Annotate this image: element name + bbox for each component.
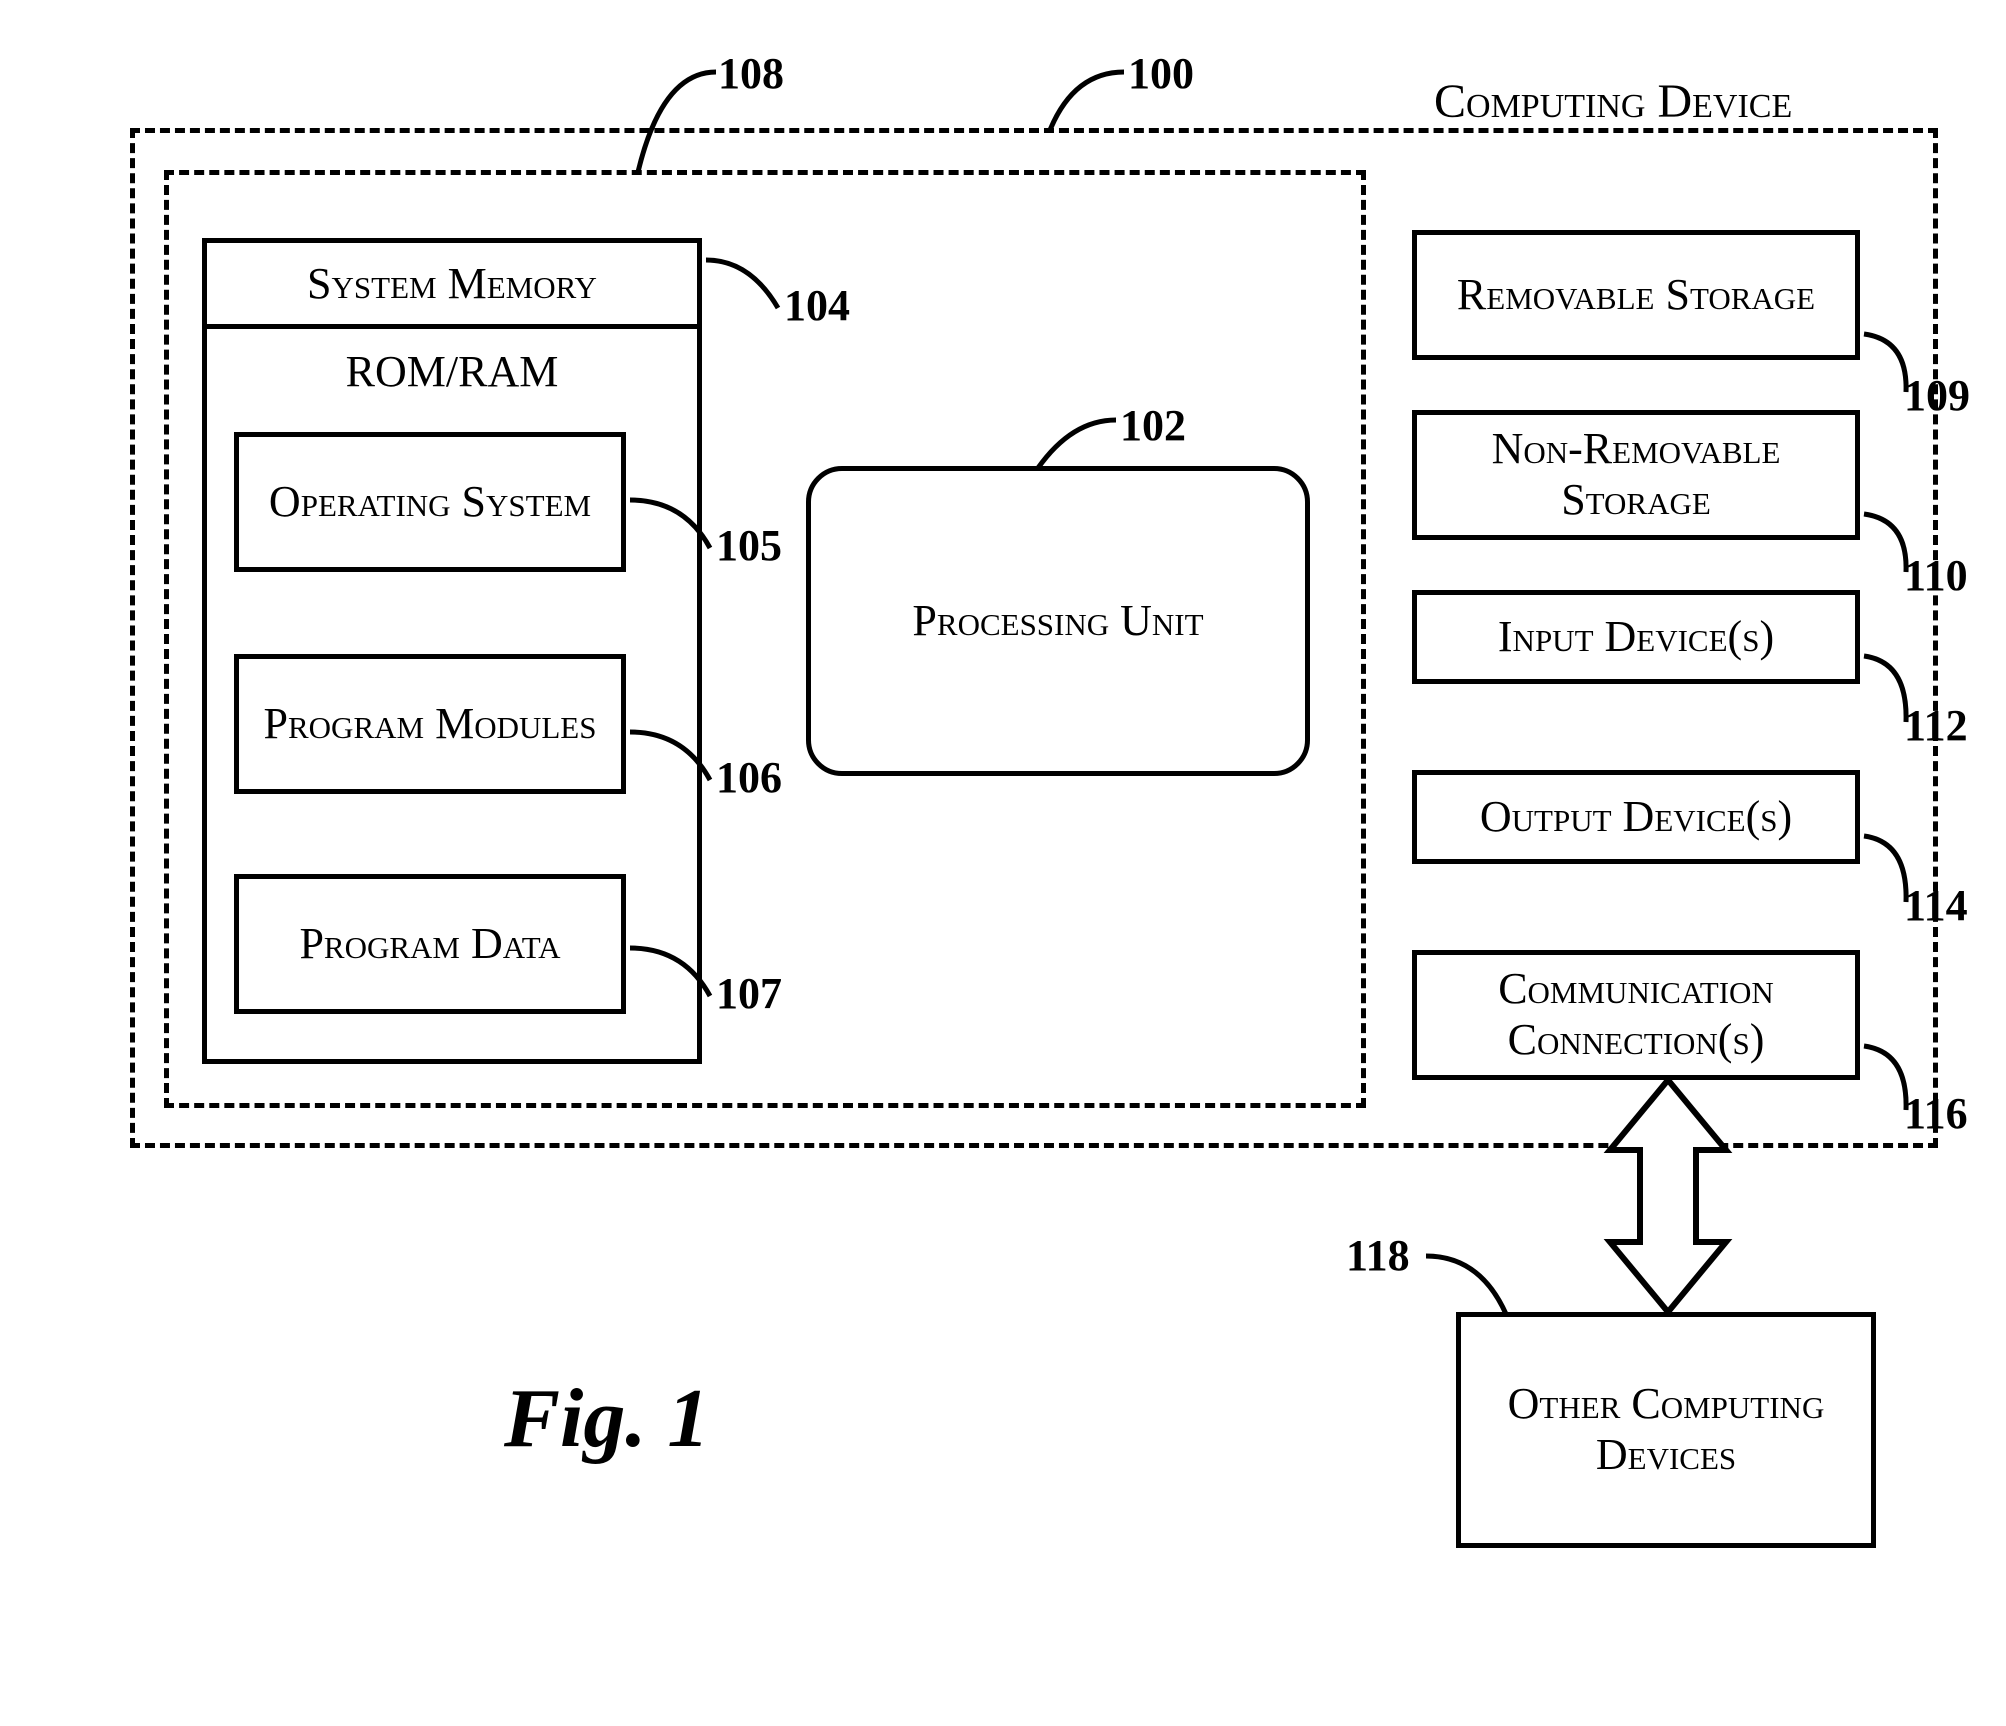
processing-unit-label: Processing Unit <box>912 596 1203 647</box>
leader-109 <box>1858 328 1918 398</box>
non-removable-storage-box: Non-Removable Storage <box>1412 410 1860 540</box>
ref-102: 102 <box>1120 400 1186 451</box>
program-data-box: Program Data <box>234 874 626 1014</box>
leader-100 <box>1044 66 1124 136</box>
communication-connections-box: Communication Connection(s) <box>1412 950 1860 1080</box>
leader-106 <box>624 726 716 786</box>
ref-106: 106 <box>716 752 782 803</box>
leader-110 <box>1858 508 1918 578</box>
leader-118 <box>1420 1250 1512 1320</box>
ref-118: 118 <box>1346 1230 1410 1281</box>
leader-107 <box>624 942 716 1002</box>
double-arrow-icon <box>1598 1080 1738 1312</box>
input-devices-label: Input Device(s) <box>1498 612 1774 663</box>
output-devices-box: Output Device(s) <box>1412 770 1860 864</box>
removable-storage-label: Removable Storage <box>1457 270 1815 321</box>
ref-105: 105 <box>716 520 782 571</box>
leader-114 <box>1858 830 1918 908</box>
program-modules-box: Program Modules <box>234 654 626 794</box>
system-memory-label: System Memory <box>307 243 597 324</box>
operating-system-box: Operating System <box>234 432 626 572</box>
leader-112 <box>1858 650 1918 728</box>
input-devices-box: Input Device(s) <box>1412 590 1860 684</box>
other-computing-devices-label: Other Computing Devices <box>1461 1379 1871 1480</box>
rom-ram-label: ROM/RAM <box>346 329 559 408</box>
leader-102 <box>1032 414 1116 474</box>
program-data-label: Program Data <box>299 919 560 970</box>
non-removable-storage-label: Non-Removable Storage <box>1417 424 1855 525</box>
ref-100: 100 <box>1128 48 1194 99</box>
program-modules-label: Program Modules <box>264 699 597 750</box>
output-devices-label: Output Device(s) <box>1480 792 1792 843</box>
ref-104: 104 <box>784 280 850 331</box>
computing-device-title: Computing Device <box>1434 74 1792 129</box>
operating-system-label: Operating System <box>269 477 591 528</box>
ref-108: 108 <box>718 48 784 99</box>
communication-connections-label: Communication Connection(s) <box>1417 964 1855 1065</box>
removable-storage-box: Removable Storage <box>1412 230 1860 360</box>
leader-104 <box>700 254 784 314</box>
leader-116 <box>1858 1040 1918 1116</box>
figure-label: Fig. 1 <box>504 1370 709 1467</box>
other-computing-devices-box: Other Computing Devices <box>1456 1312 1876 1548</box>
leader-108 <box>632 66 716 178</box>
leader-105 <box>624 494 716 554</box>
ref-107: 107 <box>716 968 782 1019</box>
processing-unit-box: Processing Unit <box>806 466 1310 776</box>
